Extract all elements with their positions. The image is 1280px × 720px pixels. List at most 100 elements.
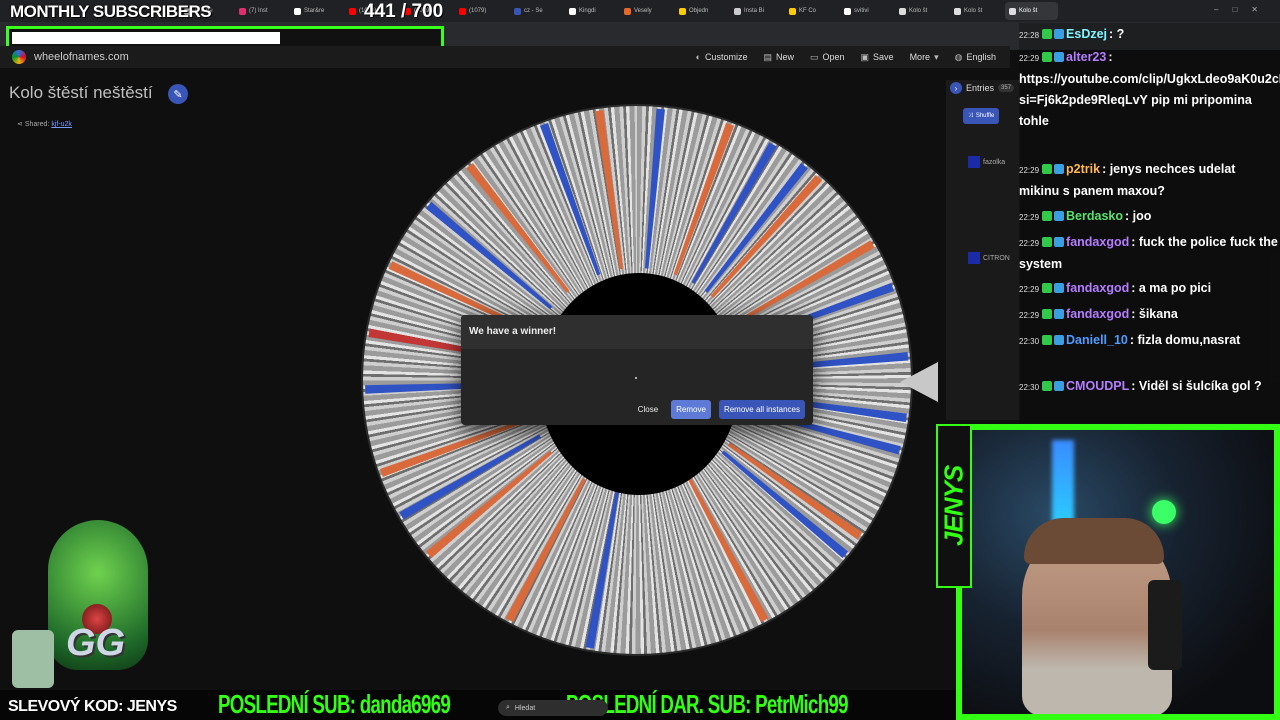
entry-color-swatch: [968, 156, 980, 168]
tab-favicon-icon: [789, 7, 796, 15]
browser-tab[interactable]: Kolo št: [1005, 2, 1058, 20]
chat-timestamp: 22:29: [1019, 311, 1040, 320]
tab-label: Vesely: [634, 8, 652, 14]
browser-tab[interactable]: Star&re: [290, 2, 343, 20]
wheel-segment: [585, 489, 620, 649]
chat-username[interactable]: p2trik: [1066, 162, 1100, 176]
remove-all-button[interactable]: Remove all instances: [718, 400, 805, 419]
webcam-feed: [962, 430, 1274, 714]
save-icon: ▣: [860, 51, 870, 62]
site-menu: ◐ Customize ▤ New ▭ Open ▣ Save More ▾ ◍ Engli…: [696, 46, 1011, 68]
wheel-segment: [673, 122, 735, 276]
chevron-right-icon[interactable]: ›: [950, 82, 962, 94]
new-button[interactable]: ▤ New: [763, 52, 794, 63]
taskbar-search-placeholder: Hledat: [514, 704, 536, 712]
browser-tab[interactable]: Kingdi: [565, 2, 618, 20]
open-button[interactable]: ▭ Open: [810, 52, 845, 63]
badge-icon: [1054, 309, 1065, 319]
site-domain[interactable]: wheelofnames.com: [34, 51, 129, 63]
open-label: Open: [822, 52, 845, 62]
new-label: New: [775, 52, 794, 62]
chat-timestamp: 22:29: [1019, 213, 1040, 222]
tab-label: Kolo št: [1019, 8, 1038, 14]
tab-label: Kolo št: [909, 8, 928, 14]
chat-timestamp: 22:29: [1019, 239, 1040, 248]
badge-icon: [1042, 211, 1053, 221]
close-button[interactable]: Close: [633, 400, 663, 419]
browser-tab[interactable]: KF Co: [785, 2, 838, 20]
coupon-banner: SLEVOVÝ KOD: JENYS: [8, 698, 177, 716]
tab-label: Insta Bi: [744, 8, 765, 14]
site-header: wheelofnames.com ◐ Customize ▤ New ▭ Open ▣…: [0, 46, 1010, 68]
chat-message: 22:30 CMOUDPL: Viděl si šulcíka gol ?: [1019, 376, 1279, 398]
entry-label: CITRON: [983, 254, 1010, 262]
chat-username[interactable]: alter23: [1066, 50, 1106, 64]
chat-text: : fizla domu,nasrat: [1129, 333, 1241, 347]
chat-timestamp: 22:29: [1019, 285, 1040, 294]
browser-tab[interactable]: (7) Inst: [235, 2, 288, 20]
tab-favicon-icon: [569, 7, 576, 15]
tab-label: Kingdi: [579, 8, 596, 14]
badge-icon: [1042, 237, 1053, 247]
shuffle-button[interactable]: ⤨ Shuffle: [963, 108, 1000, 124]
entries-tab[interactable]: › Entries 357: [950, 82, 1015, 94]
save-label: Save: [873, 52, 894, 62]
remove-button[interactable]: Remove: [671, 400, 711, 419]
badge-icon: [1054, 381, 1065, 391]
chat-username[interactable]: Berdasko: [1066, 209, 1123, 223]
entry-color-swatch: [968, 252, 980, 264]
badge-icon: [1042, 52, 1053, 62]
wheel-logo-icon[interactable]: [12, 50, 26, 64]
taskbar-search[interactable]: ⌕ Hledat: [498, 700, 608, 716]
tab-label: Kolo št: [964, 8, 983, 14]
chat-message: 22:29 alter23: https://youtube.com/clip/U…: [1019, 47, 1280, 132]
chat-username[interactable]: EsDzej: [1066, 27, 1107, 41]
pencil-icon: ✎: [173, 88, 183, 101]
badge-icon: [1054, 211, 1065, 221]
browser-tab[interactable]: Kolo št: [895, 2, 948, 20]
last-sub-ticker: POSLEDNÍ SUB: danda6969: [218, 689, 451, 719]
chat-username[interactable]: fandaxgod: [1066, 235, 1129, 249]
chat-text: : joo: [1125, 209, 1152, 223]
chat-username[interactable]: CMOUDPL: [1066, 379, 1129, 393]
badge-icon: [1054, 52, 1065, 62]
chat-timestamp: 22:29: [1019, 54, 1040, 63]
chat-text: : Viděl si šulcíka gol ?: [1131, 379, 1262, 393]
tab-label: cz - Se: [524, 8, 543, 14]
monthly-subscribers-title: MONTHLY SUBSCRIBERS: [10, 2, 212, 21]
shuffle-icon: ⤨: [968, 112, 973, 119]
chat-message: 22:29 Berdasko: joo: [1019, 206, 1279, 228]
entries-count-badge: 357: [998, 84, 1015, 92]
wheel-segment: [727, 442, 863, 540]
edit-title-button[interactable]: ✎: [168, 84, 188, 104]
entry-item[interactable]: CITRON: [968, 252, 1010, 264]
customize-button[interactable]: ◐ Customize: [696, 52, 748, 62]
chat-username[interactable]: fandaxgod: [1066, 281, 1129, 295]
browser-tab[interactable]: cz - Se: [510, 2, 563, 20]
microphone-icon: [1148, 580, 1182, 670]
browser-tab[interactable]: Insta Bi: [730, 2, 783, 20]
browser-tab[interactable]: Objedn: [675, 2, 728, 20]
chat-username[interactable]: Daniell_10: [1066, 333, 1128, 347]
tab-label: (1079): [469, 8, 487, 14]
gg-booster-logo: GG: [66, 622, 126, 664]
shared-label: Shared:: [24, 121, 50, 128]
globe-icon: ◍: [954, 51, 963, 62]
more-button[interactable]: More ▾: [910, 52, 939, 63]
winner-dialog: We have a winner! Close Remove Remove al…: [461, 315, 813, 425]
entries-panel: [946, 80, 1020, 420]
save-button[interactable]: ▣ Save: [861, 52, 894, 63]
chat-username[interactable]: fandaxgod: [1066, 307, 1129, 321]
browser-tab[interactable]: svitivi: [840, 2, 893, 20]
tab-favicon-icon: [899, 7, 906, 15]
entry-item[interactable]: fazolka: [968, 156, 1005, 168]
browser-tab[interactable]: Kolo št: [950, 2, 1003, 20]
browser-tab[interactable]: (1079): [455, 2, 508, 20]
browser-tab[interactable]: Vesely: [620, 2, 673, 20]
shared-link[interactable]: kjf-u2k: [51, 121, 72, 128]
window-controls[interactable]: –□✕: [1214, 5, 1272, 14]
led-light: [1052, 440, 1074, 530]
coupon-code: JENYS: [126, 698, 177, 715]
language-button[interactable]: ◍ English: [955, 52, 996, 63]
chat-message: 22:28 EsDzej: ?: [1019, 24, 1279, 46]
